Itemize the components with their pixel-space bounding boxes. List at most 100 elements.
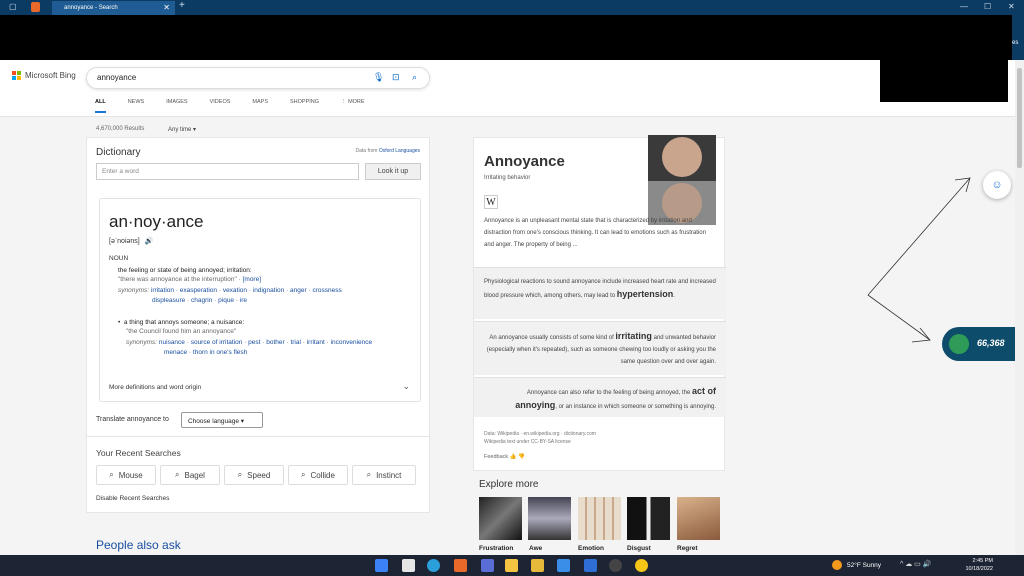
chip-label: Instinct bbox=[376, 470, 402, 480]
oxford-languages-link[interactable]: Oxford Languages bbox=[379, 148, 420, 154]
file-explorer-icon[interactable] bbox=[505, 559, 518, 572]
tab-videos[interactable]: VIDEOS bbox=[210, 99, 231, 113]
thumb-disgust[interactable] bbox=[627, 497, 670, 540]
speaker-icon[interactable]: 🔊 bbox=[145, 238, 154, 245]
page-scrollbar[interactable] bbox=[1015, 60, 1024, 555]
sense-2: • a thing that annoys someone; a nuisanc… bbox=[118, 319, 418, 356]
close-tab-icon[interactable]: ✕ bbox=[163, 3, 170, 12]
synonym-link[interactable]: pique bbox=[218, 297, 234, 304]
recent-search-bagel[interactable]: ⌕ Bagel bbox=[160, 465, 220, 485]
synonym-link[interactable]: exasperation bbox=[180, 287, 217, 294]
disable-recent-searches-link[interactable]: Disable Recent Searches bbox=[96, 495, 169, 502]
chip-label: Bagel bbox=[184, 470, 205, 480]
bitwarden-icon[interactable] bbox=[584, 559, 597, 572]
more-definitions-link[interactable]: More definitions and word origin bbox=[109, 384, 201, 391]
tab-news[interactable]: NEWS bbox=[128, 99, 145, 113]
chevron-down-icon[interactable]: ⌄ bbox=[402, 381, 410, 392]
synonym-link[interactable]: irritant bbox=[307, 339, 325, 346]
synonym-link[interactable]: crossness bbox=[312, 287, 341, 294]
edge-icon[interactable] bbox=[427, 559, 440, 572]
explore-label[interactable]: Disgust bbox=[627, 545, 651, 552]
synonym-link[interactable]: chagrin bbox=[191, 297, 212, 304]
license-line[interactable]: Wikipedia text under CC-BY-SA license bbox=[484, 438, 596, 446]
thumb-regret[interactable] bbox=[677, 497, 720, 540]
feedback-link[interactable]: Feedback 👍 👎 bbox=[484, 454, 525, 460]
synonym-link[interactable]: inconvenience bbox=[331, 339, 373, 346]
fact-band-2: An annoyance usually consists of some ki… bbox=[474, 321, 726, 375]
fact-3-body-b: , or an instance in which someone or som… bbox=[555, 404, 716, 410]
synonym-link[interactable]: pest bbox=[248, 339, 260, 346]
synonym-link[interactable]: menace bbox=[164, 349, 187, 356]
new-tab-button[interactable]: + bbox=[179, 0, 185, 11]
clock[interactable]: 2:45 PM 10/18/2022 bbox=[963, 557, 993, 573]
tab-annoyance-search[interactable]: annoyance - Search ✕ bbox=[52, 1, 175, 15]
search-box[interactable]: annoyance 🎙 ⊡ ⌕ bbox=[86, 67, 430, 89]
scrollbar-thumb[interactable] bbox=[1017, 68, 1022, 168]
synonym-link[interactable]: source of irritation bbox=[191, 339, 243, 346]
search-input[interactable]: annoyance bbox=[97, 73, 136, 82]
chat-bubble-icon[interactable]: ☺ bbox=[983, 171, 1011, 199]
thumb-frustration[interactable] bbox=[479, 497, 522, 540]
fact-1-text: Physiological reactions to sound annoyan… bbox=[484, 279, 716, 299]
recent-search-collide[interactable]: ⌕ Collide bbox=[288, 465, 348, 485]
synonym-link[interactable]: indignation bbox=[253, 287, 284, 294]
word-input[interactable]: Enter a word bbox=[96, 163, 359, 180]
sense-1-definition: the feeling or state of being annoyed; i… bbox=[118, 267, 252, 274]
thumb-emotion[interactable] bbox=[578, 497, 621, 540]
choose-language-select[interactable]: Choose language ▾ bbox=[181, 412, 263, 428]
recent-search-mouse[interactable]: ⌕ Mouse bbox=[96, 465, 156, 485]
rewards-medal-icon bbox=[949, 334, 969, 354]
explore-label[interactable]: Frustration bbox=[479, 545, 513, 552]
brave-taskbar-icon[interactable] bbox=[454, 559, 467, 572]
recent-search-speed[interactable]: ⌕ Speed bbox=[224, 465, 284, 485]
calendar-app-icon[interactable] bbox=[402, 559, 415, 572]
maximize-button[interactable]: ☐ bbox=[984, 2, 991, 11]
dictionary-source: Data from Oxford Languages bbox=[356, 148, 420, 154]
synonym-link[interactable]: bother bbox=[266, 339, 284, 346]
data-sources-line[interactable]: Data: Wikipedia · en.wikipedia.org · dic… bbox=[484, 430, 596, 438]
tab-more[interactable]: ⋮ MORE bbox=[341, 99, 365, 113]
tab-actions-icon[interactable]: ▢ bbox=[9, 2, 17, 11]
tab-images[interactable]: IMAGES bbox=[166, 99, 187, 113]
minimize-button[interactable]: — bbox=[960, 2, 968, 11]
system-tray[interactable]: ^ ☁ ▭ 🔊 bbox=[900, 560, 931, 568]
rewards-badge[interactable]: 66,368 bbox=[942, 327, 1020, 361]
sense-2-example: "the Council found him an annoyance" bbox=[126, 328, 237, 335]
time-filter-dropdown[interactable]: Any time ▾ bbox=[168, 126, 196, 133]
settings-gear-icon[interactable] bbox=[609, 559, 622, 572]
recent-search-instinct[interactable]: ⌕ Instinct bbox=[352, 465, 416, 485]
synonym-link[interactable]: vexation bbox=[223, 287, 247, 294]
weather-widget[interactable]: 52°F Sunny bbox=[832, 560, 881, 570]
thumb-awe[interactable] bbox=[528, 497, 571, 540]
bing-logo[interactable]: Microsoft Bing bbox=[12, 71, 76, 80]
explore-label[interactable]: Awe bbox=[529, 545, 542, 552]
mail-icon[interactable] bbox=[557, 559, 570, 572]
synonym-link[interactable]: trial bbox=[290, 339, 300, 346]
search-icon: ⌕ bbox=[109, 470, 114, 479]
start-icon[interactable] bbox=[375, 559, 388, 572]
search-icon[interactable]: ⌕ bbox=[412, 72, 417, 83]
explore-label[interactable]: Regret bbox=[677, 545, 698, 552]
folder-icon[interactable] bbox=[531, 559, 544, 572]
synonym-link[interactable]: anger bbox=[290, 287, 307, 294]
tab-all[interactable]: ALL bbox=[95, 99, 106, 113]
synonym-link[interactable]: thorn in one's flesh bbox=[193, 349, 247, 356]
look-it-up-button[interactable]: Look it up bbox=[365, 163, 421, 180]
tab-shopping[interactable]: SHOPPING bbox=[290, 99, 319, 113]
microphone-icon[interactable]: 🎙 bbox=[373, 72, 384, 83]
teams-icon[interactable] bbox=[481, 559, 494, 572]
more-link[interactable]: [more] bbox=[243, 276, 261, 283]
synonym-link[interactable]: ire bbox=[240, 297, 247, 304]
synonym-link[interactable]: irritation bbox=[151, 287, 174, 294]
annoyance-photo[interactable] bbox=[648, 135, 716, 225]
synonym-link[interactable]: displeasure bbox=[152, 297, 185, 304]
app-icon[interactable] bbox=[635, 559, 648, 572]
synonym-list: nuisance · source of irritation · pest ·… bbox=[159, 339, 372, 346]
synonym-link[interactable]: nuisance bbox=[159, 339, 185, 346]
explore-label[interactable]: Emotion bbox=[578, 545, 604, 552]
visual-search-icon[interactable]: ⊡ bbox=[392, 72, 400, 83]
tab-maps[interactable]: MAPS bbox=[252, 99, 268, 113]
window-close-button[interactable]: ✕ bbox=[1008, 2, 1015, 11]
dictionary-card: Dictionary Data from Oxford Languages En… bbox=[86, 137, 431, 513]
wikipedia-icon[interactable]: W bbox=[484, 195, 498, 209]
